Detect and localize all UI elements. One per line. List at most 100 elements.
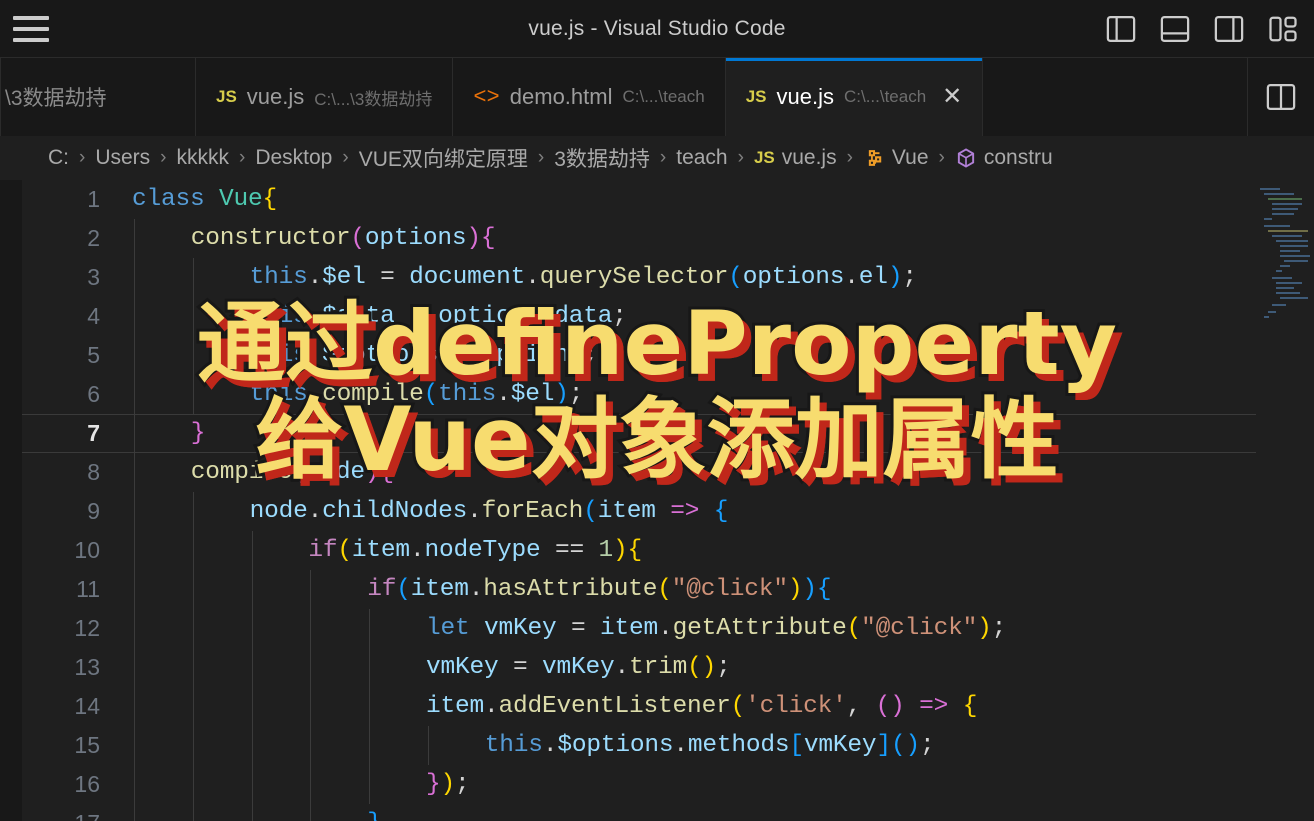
breadcrumb-label: kkkkk [176,146,230,169]
code-text: if(item.hasAttribute("@click")){ [367,576,832,603]
code-line[interactable]: 1 class Vue{ [0,180,1314,219]
html-file-icon: <> [473,84,500,110]
code-text: } [367,804,382,821]
indent-guide [134,570,135,609]
code-line[interactable]: 9 node.childNodes.forEach(item => { [0,492,1314,531]
indent-guide [251,726,253,765]
indent-guide [134,609,135,648]
breadcrumb-separator: › [160,147,167,168]
split-editor-icon[interactable] [1247,58,1314,136]
line-number: 3 [87,264,100,290]
breadcrumb-item-class[interactable]: Vue [863,146,929,170]
hamburger-menu-icon[interactable] [0,0,62,58]
line-number: 11 [76,576,100,602]
breadcrumb-label: constru [983,146,1053,169]
indent-guide [134,804,135,821]
breadcrumb-item-teach[interactable]: teach [676,146,727,170]
code-line[interactable]: 8 compile(node){ [0,453,1314,492]
breadcrumb: C: › Users › kkkkk › Desktop › VUE双向绑定原理… [0,136,1314,180]
indent-guide [134,375,135,414]
code-line[interactable]: 12 let vmKey = item.getAttribute("@click"… [0,609,1314,648]
breadcrumb-label: 3数据劫持 [554,148,650,171]
line-number: 12 [74,615,100,641]
indent-guide [192,570,194,609]
indent-guide [428,726,429,765]
breadcrumb-item-folder[interactable]: 3数据劫持 [554,143,650,173]
panel-right-icon[interactable] [1206,6,1252,52]
code-line[interactable]: 16}); [0,765,1314,804]
code-text: if(item.nodeType == 1){ [308,537,643,564]
indent-guide [192,609,194,648]
tab-demo-html[interactable]: <> demo.html C:\...\teach [453,58,726,136]
indent-guide [251,804,253,821]
code-line[interactable]: 17} [0,804,1314,821]
line-number: 2 [87,225,100,251]
code-text: this.$options.methods[vmKey](); [484,732,935,759]
line-number: 10 [74,537,100,563]
line-number: 7 [87,420,100,446]
breadcrumb-separator: › [79,147,86,168]
breadcrumb-item-users[interactable]: Users [95,146,150,170]
tab-vue-js-1[interactable]: JS vue.js C:\...\3数据劫持 [196,58,454,136]
code-text: this.$data = options.data; [249,303,627,330]
line-number: 14 [74,693,100,719]
breadcrumb-item-project[interactable]: VUE双向绑定原理 [359,143,528,173]
indent-guide [369,687,371,726]
breadcrumb-item-method[interactable]: constru [955,146,1053,170]
breadcrumb-label: Users [95,146,151,169]
breadcrumb-item-file[interactable]: JS vue.js [754,146,837,170]
code-line[interactable]: 10 if(item.nodeType == 1){ [0,531,1314,570]
breadcrumb-label: C: [48,146,69,169]
tab-vue-js-active[interactable]: JS vue.js C:\...\teach ✕ [725,58,984,136]
code-editor[interactable]: 1 class Vue{ 2 constructor(options){ 3 this.$… [0,180,1314,821]
tab-partial-left[interactable]: \3数据劫持 [0,58,196,136]
code-text: this.$el = document.querySelector(option… [249,264,917,291]
indent-guide [134,258,135,297]
code-line[interactable]: 5 this.$options = options; [0,336,1314,375]
tab-path: C:\...\3数据劫持 [314,89,433,109]
code-text: this.compile(this.$el); [249,381,584,408]
layout-customize-icon[interactable] [1260,6,1306,52]
tab-label: vue.js [776,84,834,109]
indent-guide [251,531,253,570]
code-text: constructor(options){ [190,225,496,252]
tab-path: C:\...\teach [622,87,705,106]
code-line[interactable]: 14 item.addEventListener('click', () => { [0,687,1314,726]
minimap[interactable] [1256,180,1314,821]
panel-bottom-icon[interactable] [1152,6,1198,52]
class-symbol-icon [863,147,885,169]
indent-guide [134,492,135,531]
code-line[interactable]: 7} [0,414,1314,453]
panel-left-icon[interactable] [1098,6,1144,52]
indent-guide [310,570,312,609]
tab-label: demo.html [509,84,613,109]
code-content[interactable]: 1 class Vue{ 2 constructor(options){ 3 this.$… [0,180,1314,821]
code-line[interactable]: 2 constructor(options){ [0,219,1314,258]
code-line[interactable]: 4 this.$data = options.data; [0,297,1314,336]
code-line[interactable]: 11 if(item.hasAttribute("@click")){ [0,570,1314,609]
code-line[interactable]: 13 vmKey = vmKey.trim(); [0,648,1314,687]
indent-guide [251,648,253,687]
line-number: 5 [87,342,100,368]
breadcrumb-item-drive[interactable]: C: [48,146,69,170]
breadcrumb-item-kkkkk[interactable]: kkkkk [177,146,230,170]
close-icon[interactable]: ✕ [942,85,962,109]
breadcrumb-separator: › [737,147,744,168]
code-line[interactable]: 6 this.compile(this.$el); [0,375,1314,414]
indent-guide [134,297,135,336]
code-text: compile(node){ [190,459,394,486]
current-line-highlight [22,414,1314,453]
indent-guide [310,609,312,648]
indent-guide [134,648,135,687]
code-text: class Vue{ [132,186,278,213]
indent-guide [134,531,135,570]
code-line[interactable]: 15 this.$options.methods[vmKey](); [0,726,1314,765]
tab-label: vue.js [246,84,305,109]
code-text: }); [426,771,470,798]
line-number: 16 [74,771,100,797]
breadcrumb-label: Desktop [255,146,333,169]
line-number: 1 [87,186,100,212]
code-line[interactable]: 3 this.$el = document.querySelector(optio… [0,258,1314,297]
breadcrumb-item-desktop[interactable]: Desktop [255,146,332,170]
breadcrumb-label: Vue [891,146,929,169]
